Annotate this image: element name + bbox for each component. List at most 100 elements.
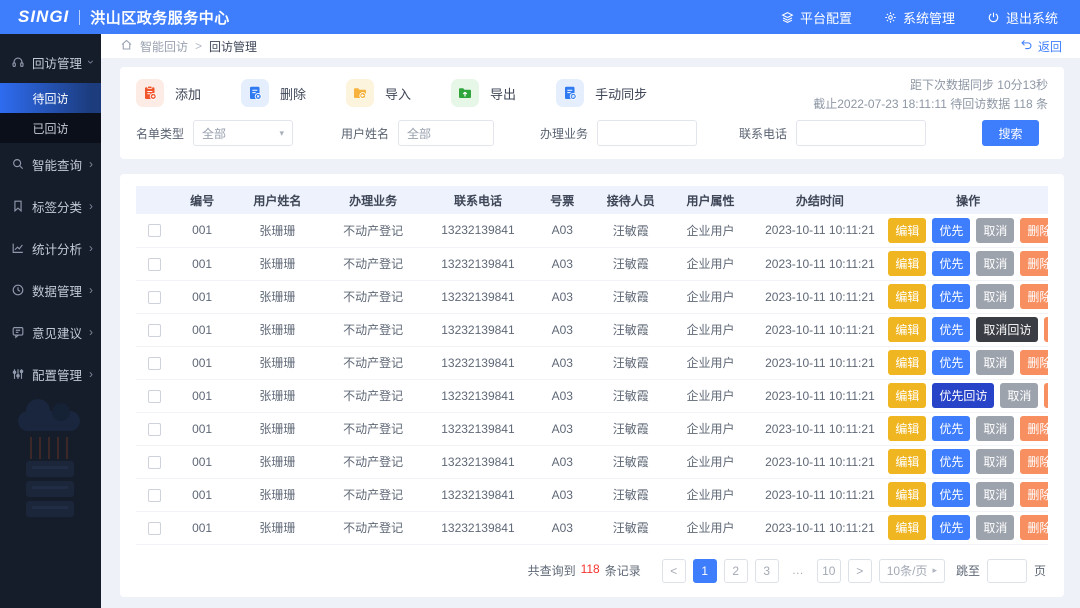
page-button[interactable]: 1	[692, 558, 717, 583]
export-button[interactable]: 导出	[451, 79, 516, 107]
action-cancel-button[interactable]: 取消	[976, 416, 1015, 441]
action-cancel-button[interactable]: 取消	[976, 449, 1015, 474]
action-cancel-button[interactable]: 取消	[976, 482, 1015, 507]
row-checkbox[interactable]	[147, 422, 161, 436]
cell-finish-time: 2023-10-11 10:11:21	[751, 379, 889, 413]
sidebar-item-data-manage[interactable]: 数据管理 ›	[0, 269, 101, 311]
action-cancel-button[interactable]: 取消	[976, 251, 1015, 276]
action-cancel-button[interactable]: 取消	[976, 515, 1015, 540]
search-button[interactable]: 搜索	[982, 120, 1040, 146]
action-priority-button[interactable]: 优先	[932, 515, 971, 540]
import-icon	[346, 79, 375, 107]
action-delete-button[interactable]: 删除	[1044, 317, 1048, 342]
action-priority-button[interactable]: 优先	[932, 416, 971, 441]
prev-page-button[interactable]: <	[661, 558, 686, 583]
breadcrumb-parent[interactable]: 智能回访	[140, 38, 188, 55]
manual-sync-button[interactable]: 手动同步	[556, 79, 647, 107]
sidebar-item-visit-manage[interactable]: 回访管理 ›	[0, 41, 101, 83]
action-edit-button[interactable]: 编辑	[888, 482, 927, 507]
action-delete-button[interactable]: 删除	[1020, 251, 1048, 276]
row-checkbox[interactable]	[147, 257, 161, 271]
action-cancel-button[interactable]: 取消	[976, 350, 1015, 375]
delete-button[interactable]: 删除	[241, 79, 306, 107]
action-edit-button[interactable]: 编辑	[888, 449, 927, 474]
action-edit-button[interactable]: 编辑	[888, 515, 927, 540]
table-row: 001 张珊珊 不动产登记 13232139841 A03 汪敏霞 企业用户 2…	[136, 379, 1048, 413]
layers-icon	[781, 11, 794, 24]
cell-user-type: 企业用户	[669, 346, 752, 380]
action-delete-button[interactable]: 删除	[1020, 449, 1048, 474]
next-page-button[interactable]: >	[847, 558, 872, 583]
logo: SINGI	[18, 7, 70, 26]
sidebar-item-smart-query[interactable]: 智能查询 ›	[0, 143, 101, 185]
system-manage-button[interactable]: 系统管理	[884, 8, 955, 27]
action-delete-button[interactable]: 删除	[1020, 350, 1048, 375]
row-checkbox[interactable]	[147, 290, 161, 304]
business-input[interactable]	[597, 120, 698, 146]
page-button[interactable]: 10	[816, 558, 841, 583]
row-checkbox[interactable]	[147, 455, 161, 469]
action-delete-button[interactable]: 删除	[1020, 482, 1048, 507]
cell-ticket: A03	[532, 511, 592, 545]
row-checkbox[interactable]	[147, 224, 161, 238]
action-priority-button[interactable]: 优先	[932, 317, 971, 342]
user-name-input[interactable]	[398, 120, 495, 146]
cell-user-type: 企业用户	[669, 445, 752, 479]
row-checkbox[interactable]	[147, 356, 161, 370]
action-edit-button[interactable]: 编辑	[888, 416, 927, 441]
action-delete-button[interactable]: 删除	[1020, 416, 1048, 441]
action-delete-button[interactable]: 删除	[1044, 383, 1048, 408]
action-edit-button[interactable]: 编辑	[888, 317, 927, 342]
page-button[interactable]: 3	[754, 558, 779, 583]
action-cancel-button[interactable]: 取消	[976, 284, 1015, 309]
action-priority-button[interactable]: 优先	[932, 350, 971, 375]
sidebar-item-statistics[interactable]: 统计分析 ›	[0, 227, 101, 269]
page-unit: 页	[1033, 564, 1046, 578]
breadcrumb-current: 回访管理	[209, 39, 258, 54]
action-edit-button[interactable]: 编辑	[888, 383, 927, 408]
jump-page-input[interactable]	[986, 558, 1027, 583]
action-priority-button[interactable]: 优先	[932, 251, 971, 276]
list-type-select[interactable]: 全部 ▾	[193, 120, 294, 146]
action-cancel-expanded-button[interactable]: 取消回访	[976, 317, 1039, 342]
action-priority-expanded-button[interactable]: 优先回访	[932, 383, 995, 408]
export-icon	[451, 79, 480, 107]
action-priority-button[interactable]: 优先	[932, 449, 971, 474]
sidebar-item-visited[interactable]: 已回访	[0, 113, 101, 143]
action-delete-button[interactable]: 删除	[1020, 515, 1048, 540]
import-button[interactable]: 导入	[346, 79, 411, 107]
row-checkbox[interactable]	[147, 521, 161, 535]
action-edit-button[interactable]: 编辑	[888, 284, 927, 309]
action-cancel-button[interactable]: 取消	[1000, 383, 1039, 408]
action-delete-button[interactable]: 删除	[1020, 284, 1048, 309]
content: 添加 删除 导入 导出 手动同步 距下次数据同步 10分13秒 截止2022-0…	[101, 58, 1080, 608]
action-priority-button[interactable]: 优先	[932, 217, 971, 243]
bookmark-icon	[11, 199, 25, 213]
row-checkbox[interactable]	[147, 389, 161, 403]
sidebar-item-feedback[interactable]: 意见建议 ›	[0, 311, 101, 353]
action-priority-button[interactable]: 优先	[932, 482, 971, 507]
action-edit-button[interactable]: 编辑	[888, 350, 927, 375]
phone-input[interactable]	[796, 120, 927, 146]
sidebar-item-config-manage[interactable]: 配置管理 ›	[0, 353, 101, 395]
add-label: 添加	[175, 86, 202, 102]
action-priority-button[interactable]: 优先	[932, 284, 971, 309]
row-checkbox[interactable]	[147, 488, 161, 502]
row-checkbox[interactable]	[147, 323, 161, 337]
sidebar-item-tag-category[interactable]: 标签分类 ›	[0, 185, 101, 227]
page-size-select[interactable]: 10条/页 ▸	[878, 558, 945, 583]
page-button[interactable]: 2	[723, 558, 748, 583]
sidebar-item-pending-visit[interactable]: 待回访	[0, 83, 101, 113]
add-button[interactable]: 添加	[136, 79, 201, 107]
home-icon[interactable]	[120, 38, 133, 54]
platform-config-button[interactable]: 平台配置	[781, 8, 852, 27]
cell-ticket: A03	[532, 280, 592, 314]
action-edit-button[interactable]: 编辑	[888, 251, 927, 276]
action-cancel-button[interactable]: 取消	[976, 217, 1015, 243]
action-edit-button[interactable]: 编辑	[888, 217, 927, 243]
action-delete-button[interactable]: 删除	[1020, 217, 1048, 243]
clock-icon	[11, 283, 25, 297]
logout-button[interactable]: 退出系统	[987, 8, 1058, 27]
back-button[interactable]: 返回	[1020, 38, 1062, 55]
brand-divider	[79, 9, 81, 25]
